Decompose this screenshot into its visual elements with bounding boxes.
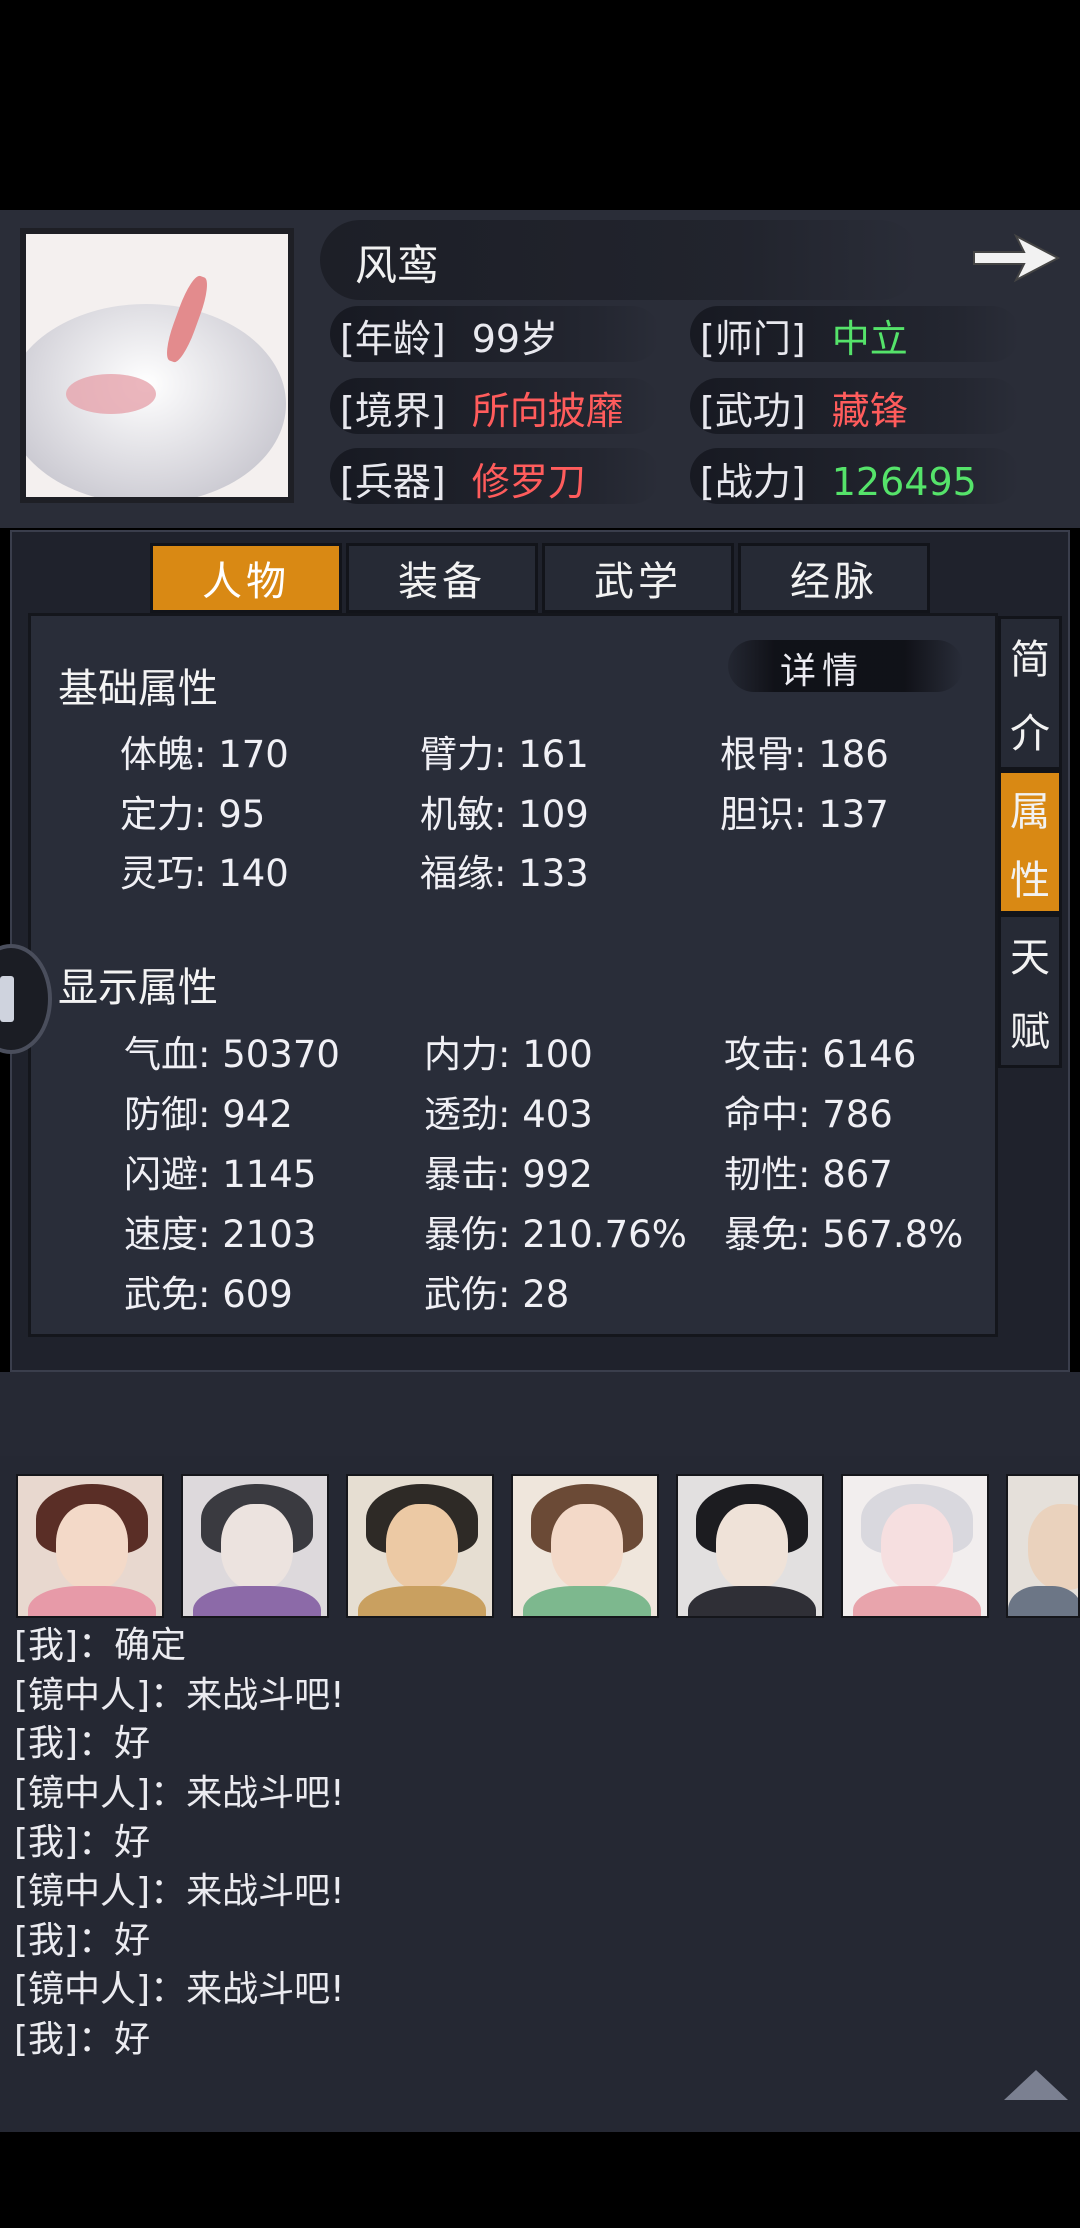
stat-item: 暴伤: 210.76% (424, 1213, 687, 1256)
chat-line: [我]：好 (14, 1822, 151, 1863)
age-label: [年龄] (340, 317, 446, 361)
stat-item: 灵巧: 140 (120, 852, 289, 895)
scroll-up-icon[interactable] (1004, 2070, 1068, 2100)
side-tab-talent[interactable]: 天 赋 (998, 914, 1062, 1068)
weapon-value: 修罗刀 (471, 460, 586, 504)
realm-label: [境界] (340, 389, 446, 433)
party-avatar[interactable] (1006, 1474, 1080, 1618)
party-avatar[interactable] (16, 1474, 164, 1618)
chat-line: [镜中人]：来战斗吧! (14, 1773, 345, 1814)
side-tab-char: 介 (1010, 711, 1050, 757)
stat-item: 武伤: 28 (424, 1273, 570, 1316)
sect-label: [师门] (700, 317, 806, 361)
stat-item: 速度: 2103 (124, 1213, 317, 1256)
stat-item: 暴免: 567.8% (724, 1213, 964, 1256)
realm-row: [境界] 所向披靡 (340, 380, 624, 435)
stat-item: 福缘: 133 (420, 852, 589, 895)
basic-attributes-title: 基础属性 (58, 666, 218, 712)
party-avatar[interactable] (841, 1474, 989, 1618)
stat-item: 机敏: 109 (420, 793, 589, 836)
bottom-bar (0, 2132, 1080, 2228)
detail-button[interactable]: 详情 (780, 642, 864, 694)
weapon-row: [兵器] 修罗刀 (340, 451, 586, 506)
side-tab-char: 属 (1010, 788, 1050, 835)
skill-value: 藏锋 (831, 389, 908, 433)
age-value: 99岁 (471, 317, 559, 361)
stat-item: 胆识: 137 (720, 793, 889, 836)
stat-item: 内力: 100 (424, 1033, 593, 1076)
next-arrow-icon[interactable] (970, 228, 1062, 288)
stat-item: 透劲: 403 (424, 1093, 593, 1136)
side-tab-char: 赋 (1010, 1009, 1050, 1055)
side-tab-char: 简 (1010, 637, 1050, 683)
power-label: [战力] (700, 460, 806, 504)
side-tab-intro[interactable]: 简 介 (998, 616, 1062, 770)
stat-item: 根骨: 186 (720, 733, 889, 776)
stat-item: 命中: 786 (724, 1093, 893, 1136)
skill-row: [武功] 藏锋 (700, 380, 908, 435)
party-avatar[interactable] (346, 1474, 494, 1618)
sect-value: 中立 (831, 317, 908, 361)
stat-item: 体魄: 170 (120, 733, 289, 776)
chat-line: [我]：好 (14, 2019, 151, 2060)
stat-item: 防御: 942 (124, 1093, 293, 1136)
tab-meridians[interactable]: 经脉 (738, 543, 930, 613)
chat-line: [镜中人]：来战斗吧! (14, 1969, 345, 2010)
sect-row: [师门] 中立 (700, 308, 908, 363)
stat-item: 攻击: 6146 (724, 1033, 917, 1076)
side-tab-char: 性 (1010, 857, 1050, 904)
stat-item: 闪避: 1145 (124, 1153, 317, 1196)
age-row: [年龄] 99岁 (340, 308, 558, 363)
chat-line: [镜中人]：来战斗吧! (14, 1675, 345, 1716)
hero-name: 风鸾 (355, 241, 440, 290)
power-row: [战力] 126495 (700, 451, 977, 506)
divider-band (0, 1372, 1080, 1456)
stat-item: 气血: 50370 (124, 1033, 340, 1076)
stat-item: 臂力: 161 (420, 733, 589, 776)
stat-item: 暴击: 992 (424, 1153, 593, 1196)
tab-martial-arts[interactable]: 武学 (542, 543, 734, 613)
tab-equipment[interactable]: 装备 (346, 543, 538, 613)
chat-line: [我]：好 (14, 1723, 151, 1764)
party-avatar[interactable] (676, 1474, 824, 1618)
chat-line: [我]：确定 (14, 1625, 187, 1666)
stat-item: 定力: 95 (120, 793, 266, 836)
party-avatar[interactable] (181, 1474, 329, 1618)
party-avatar[interactable] (511, 1474, 659, 1618)
chat-line: [我]：好 (14, 1920, 151, 1961)
stat-item: 武免: 609 (124, 1273, 293, 1316)
chat-line: [镜中人]：来战斗吧! (14, 1871, 345, 1912)
hero-portrait (20, 228, 294, 503)
side-tab-attributes[interactable]: 属 性 (998, 770, 1062, 914)
realm-value: 所向披靡 (471, 389, 624, 433)
weapon-label: [兵器] (340, 460, 446, 504)
skill-label: [武功] (700, 389, 806, 433)
tab-character[interactable]: 人物 (150, 543, 342, 613)
display-attributes-title: 显示属性 (58, 965, 218, 1011)
side-tab-char: 天 (1010, 935, 1050, 981)
stat-item: 韧性: 867 (724, 1153, 893, 1196)
power-value: 126495 (831, 460, 977, 504)
